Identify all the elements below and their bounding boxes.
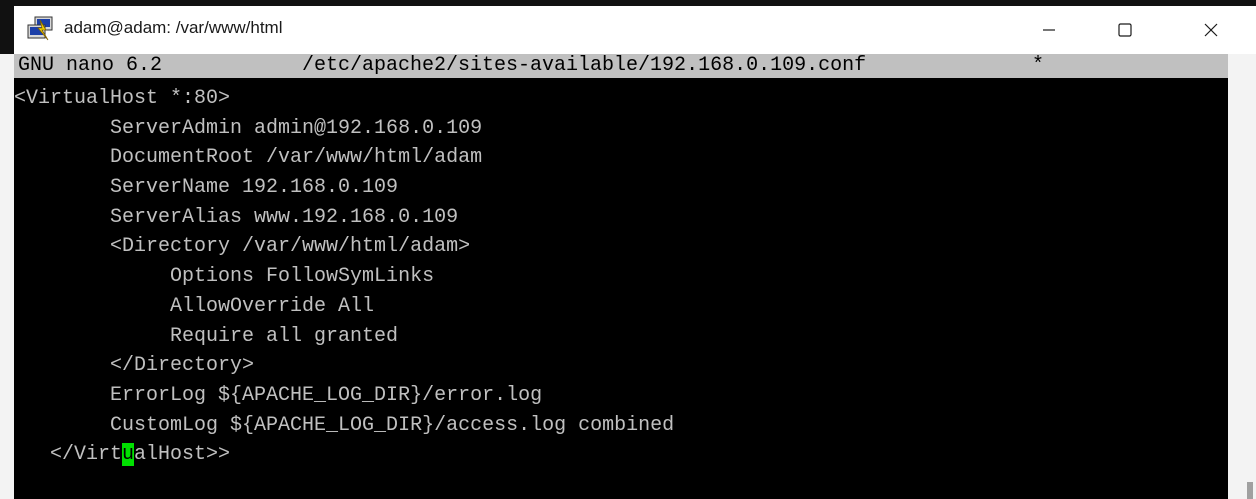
nano-filename: /etc/apache2/sites-available/192.168.0.1… [302,54,867,77]
editor-buffer[interactable]: <VirtualHost *:80> ServerAdmin admin@192… [14,84,1228,470]
terminal-screen[interactable]: GNU nano 6.2 /etc/apache2/sites-availabl… [14,54,1228,499]
code-line: ServerAlias www.192.168.0.109 [14,205,459,229]
close-icon [1204,23,1218,37]
text-cursor: u [122,443,135,467]
title-bar-content: adam@adam: /var/www/html [14,6,1256,54]
close-button[interactable] [1176,6,1246,54]
nano-header-bar: GNU nano 6.2 /etc/apache2/sites-availabl… [14,54,1228,78]
window-right-edge [1228,54,1256,499]
scrollbar-thumb[interactable] [1247,482,1253,499]
terminal-window: adam@adam: /var/www/html GNU nano 6.2 /e… [0,0,1256,499]
code-line: ServerAdmin admin@192.168.0.109 [14,116,483,140]
minimize-button[interactable] [1014,6,1084,54]
maximize-button[interactable] [1090,6,1160,54]
nano-version: GNU nano 6.2 [18,54,163,77]
cursor-line-after: alHost>> [134,443,231,467]
code-line: DocumentRoot /var/www/html/adam [14,146,483,170]
maximize-icon [1118,23,1132,37]
code-line: <Directory /var/www/html/adam> [14,235,471,259]
title-bar[interactable]: adam@adam: /var/www/html [0,0,1256,54]
minimize-icon [1043,29,1055,31]
code-line: </Directory> [14,354,255,378]
cursor-line-before: </Virt [14,443,123,467]
code-line: ErrorLog ${APACHE_LOG_DIR}/error.log [14,383,543,407]
code-line: Options FollowSymLinks [14,265,435,289]
code-line: ServerName 192.168.0.109 [14,176,399,200]
code-line-cursor: </VirtualHost>> [14,440,1228,470]
code-line: AllowOverride All [14,294,375,318]
code-line: Require all granted [14,324,399,348]
code-line: <VirtualHost *:80> [14,87,231,110]
modified-marker: * [1032,54,1045,77]
window-title: adam@adam: /var/www/html [64,18,283,37]
putty-icon[interactable] [26,16,54,42]
code-line: CustomLog ${APACHE_LOG_DIR}/access.log c… [14,413,675,437]
